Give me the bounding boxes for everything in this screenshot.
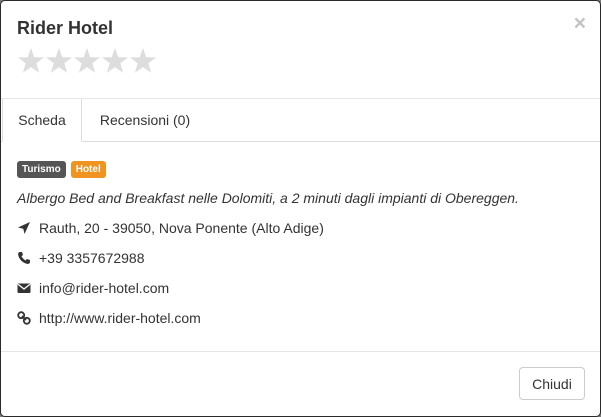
modal-header: Rider Hotel ×: [1, 1, 600, 99]
category-badges: Turismo Hotel: [17, 161, 106, 178]
email-row: info@rider-hotel.com: [17, 280, 169, 296]
phone-text: +39 3357672988: [39, 250, 145, 266]
email-text[interactable]: info@rider-hotel.com: [39, 280, 169, 296]
location-arrow-icon: [18, 222, 30, 234]
phone-icon: [18, 252, 30, 264]
tab-bar: Scheda Recensioni (0): [1, 99, 600, 142]
close-icon[interactable]: ×: [574, 13, 586, 34]
website-text[interactable]: http://www.rider-hotel.com: [39, 310, 201, 326]
star-icon[interactable]: [129, 45, 157, 77]
modal-title: Rider Hotel: [17, 18, 114, 38]
website-row: http://www.rider-hotel.com: [17, 310, 201, 326]
badge-turismo: Turismo: [17, 161, 66, 178]
chiudi-button[interactable]: Chiudi: [519, 367, 585, 400]
tab-scheda[interactable]: Scheda: [2, 99, 82, 142]
star-icon[interactable]: [73, 45, 101, 77]
modal-footer: Chiudi: [1, 351, 600, 417]
star-icon[interactable]: [101, 45, 129, 77]
tab-recensioni[interactable]: Recensioni (0): [87, 99, 203, 141]
link-icon: [17, 311, 31, 325]
hotel-modal: Rider Hotel × Scheda Recensioni (0) Turi…: [0, 0, 601, 417]
address-row: Rauth, 20 - 39050, Nova Ponente (Alto Ad…: [17, 220, 324, 236]
star-rating: [17, 45, 157, 77]
star-icon[interactable]: [45, 45, 73, 77]
star-icon[interactable]: [17, 45, 45, 77]
badge-hotel: Hotel: [70, 161, 106, 178]
address-text: Rauth, 20 - 39050, Nova Ponente (Alto Ad…: [39, 220, 324, 236]
envelope-icon: [17, 283, 31, 293]
phone-row: +39 3357672988: [17, 250, 145, 266]
hotel-description: Albergo Bed and Breakfast nelle Dolomiti…: [17, 190, 519, 206]
